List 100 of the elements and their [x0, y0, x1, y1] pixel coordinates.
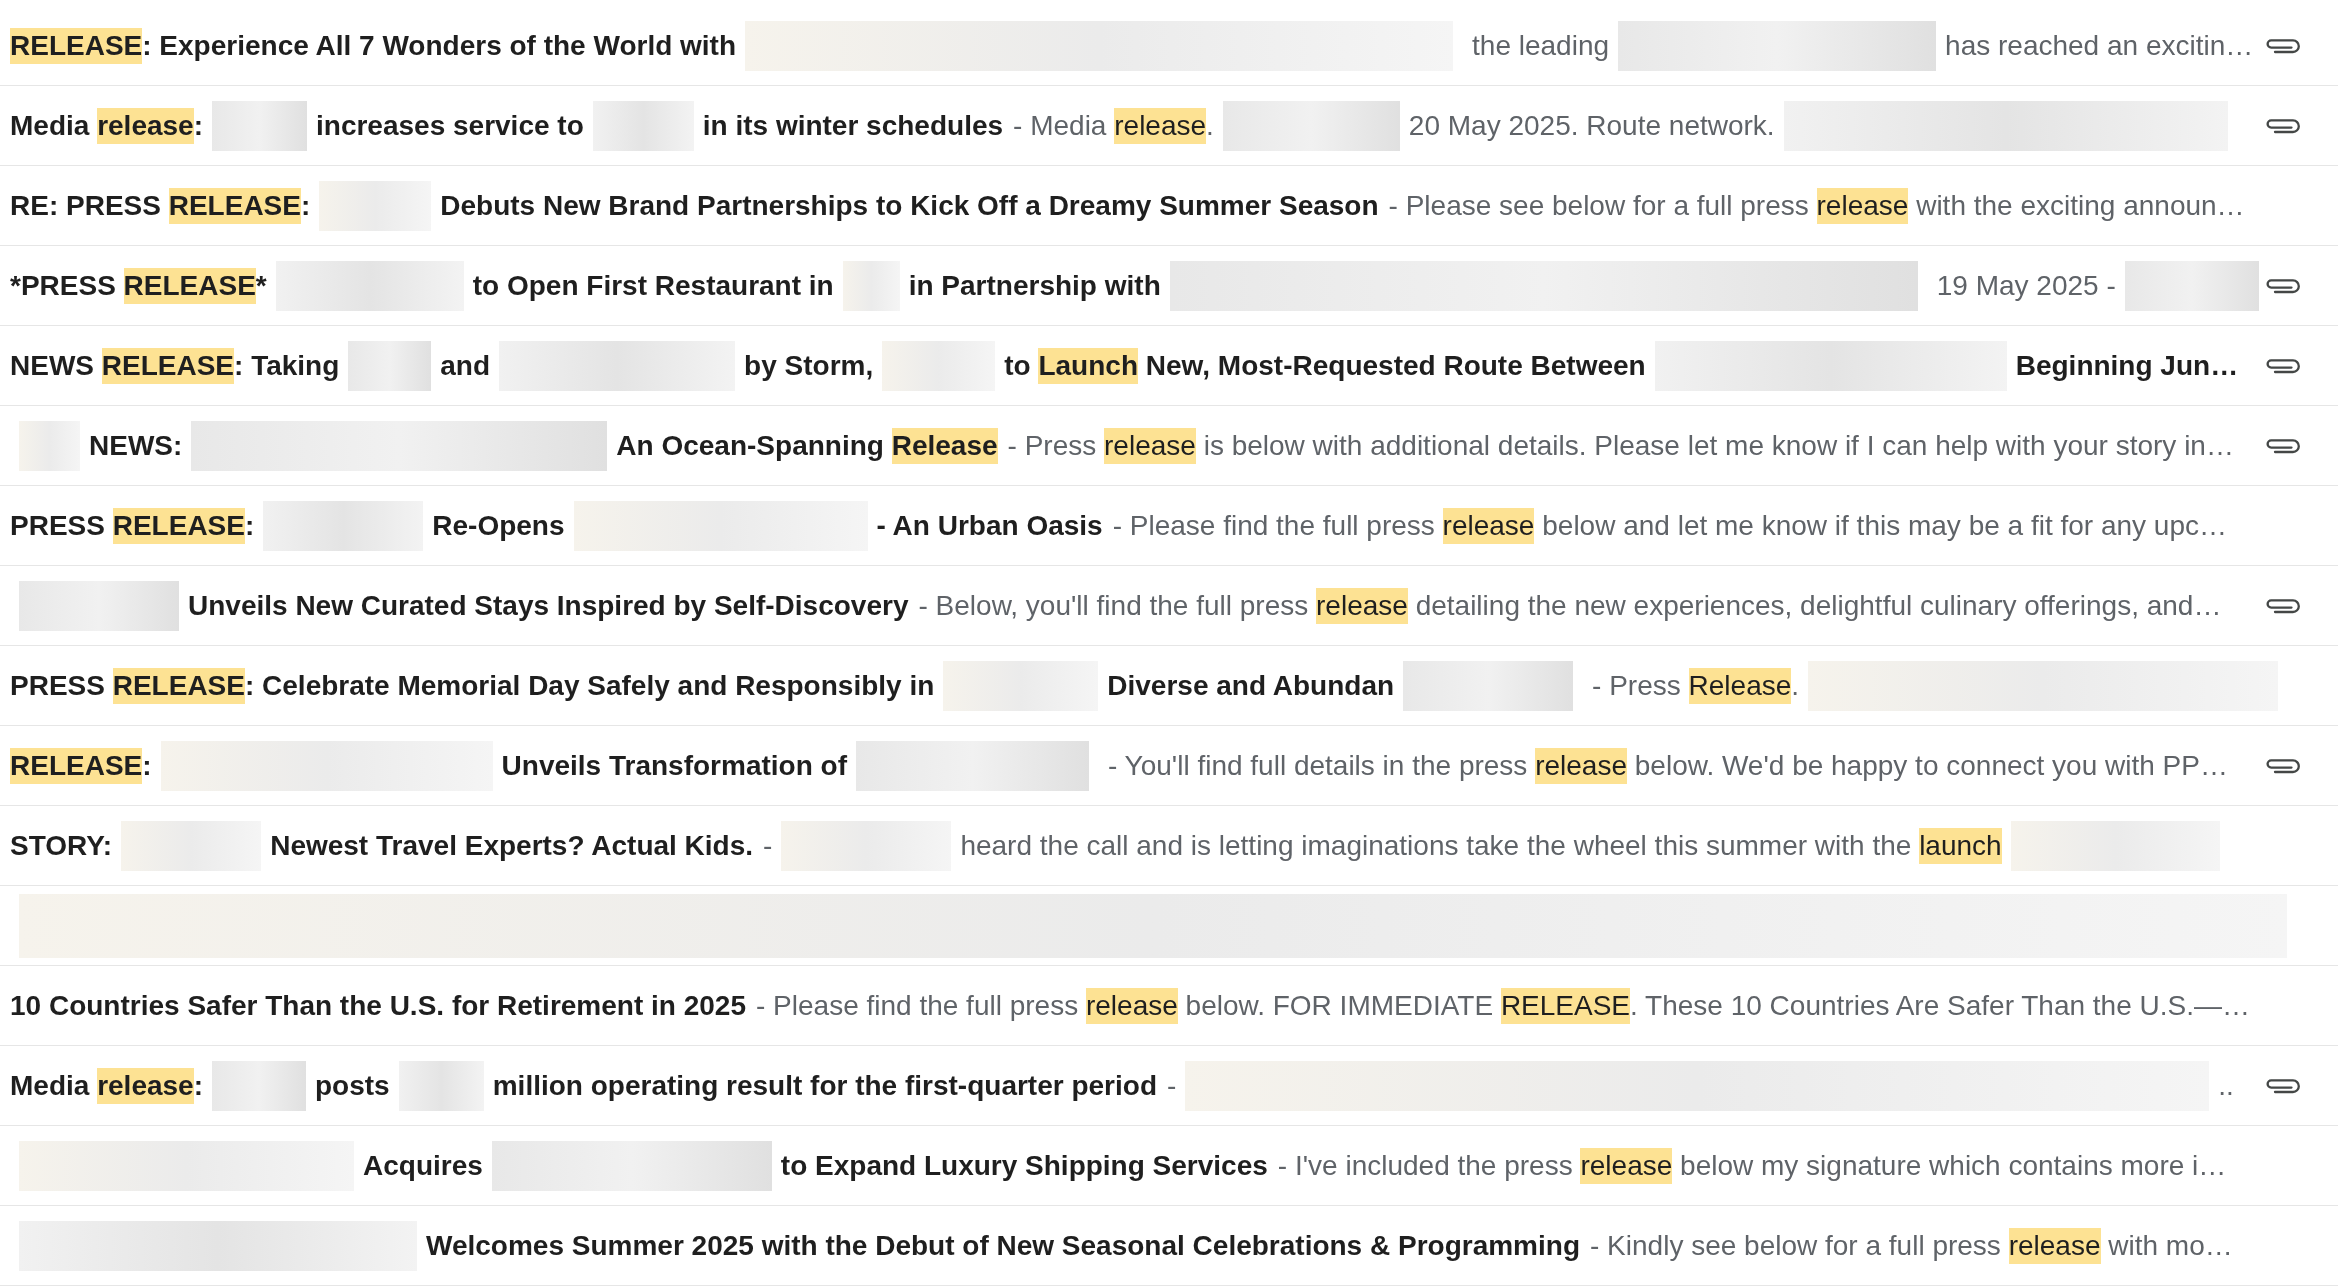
keyword-highlight: release	[1104, 427, 1196, 464]
keyword-highlight: release	[1580, 1147, 1673, 1184]
subject-text: posts	[315, 1068, 390, 1103]
subject-text: :	[193, 1068, 203, 1103]
snippet-text: - Media	[1013, 108, 1108, 143]
email-row[interactable]: Media release: increases service to in its winter schedules - Media release. 20 May 2025. Route network.	[0, 86, 2338, 166]
snippet-text: has reached an excitin…	[1945, 28, 2254, 63]
email-row[interactable]: Welcomes Summer 2025 with the Debut of New Seasonal Celebrations & Programming - Kindly see below for a full press release with mo…	[0, 1206, 2338, 1286]
subject-text: :	[142, 748, 152, 783]
email-row[interactable]: RELEASE: Unveils Transformation of - You'll find full details in the press release below. We'd be happy to connect you with PP…	[0, 726, 2338, 806]
subject-text: - An Urban Oasis	[876, 508, 1103, 543]
snippet-text: the leading	[1472, 28, 1610, 63]
keyword-highlight: release	[1535, 747, 1627, 784]
email-row[interactable]: Media release: posts million operating result for the first-quarter period - ..	[0, 1046, 2338, 1126]
snippet-text: .	[1791, 668, 1800, 703]
subject-text: :	[300, 188, 311, 223]
keyword-highlight: RELEASE	[112, 667, 245, 704]
email-row[interactable]: Unveils New Curated Stays Inspired by Self-Discovery - Below, you'll find the full press release detailing the new experiences, delightful culinary offerings, and…	[0, 566, 2338, 646]
subject-text: PRESS	[10, 668, 106, 703]
subject-text: *	[255, 268, 267, 303]
keyword-highlight: release	[97, 1067, 194, 1104]
subject-text: and	[440, 348, 491, 383]
keyword-highlight: release	[1085, 987, 1178, 1024]
keyword-highlight: release	[97, 107, 194, 144]
email-row[interactable]: RE: PRESS RELEASE: Debuts New Brand Partnerships to Kick Off a Dreamy Summer Season - Please see below for a full press release with the exciting announ…	[0, 166, 2338, 246]
snippet-text: - Press	[1592, 668, 1682, 703]
subject-text: Acquires	[363, 1148, 483, 1183]
snippet-text: - Please find the full press	[1112, 508, 1436, 543]
subject-text: Diverse and Abundan	[1107, 668, 1395, 703]
snippet-text: below my signature which contains more i…	[1679, 1148, 2227, 1183]
subject-text: RE: PRESS	[10, 188, 162, 223]
email-row[interactable]: PRESS RELEASE: Celebrate Memorial Day Safely and Responsibly in Diverse and Abundan - Press Release.	[0, 646, 2338, 726]
subject-text: NEWS	[10, 348, 95, 383]
snippet-text: - Please find the full press	[756, 988, 1080, 1023]
keyword-highlight: release	[2008, 1227, 2101, 1264]
snippet-text: with the exciting announ…	[1915, 188, 2245, 223]
subject-text: by Storm,	[744, 348, 874, 383]
subject-text: to	[1004, 348, 1032, 383]
email-row[interactable]: NEWS RELEASE: Taking and by Storm, to Launch New, Most-Requested Route Between Beginning Jun…	[0, 326, 2338, 406]
subject-text: Debuts New Brand Partnerships to Kick Off a Dreamy Summer Season	[440, 188, 1379, 223]
snippet-text: is below with additional details. Please let me know if I can help with your story in…	[1202, 428, 2234, 463]
subject-text: in Partnership with	[908, 268, 1161, 303]
snippet-text: below. We'd be happy to connect you with PP…	[1633, 748, 2228, 783]
snippet-text: heard the call and is letting imaginations take the wheel this summer with the	[960, 828, 1913, 863]
subject-text: *PRESS	[10, 268, 117, 303]
keyword-highlight: RELEASE	[1500, 987, 1631, 1024]
subject-text: Media	[10, 108, 91, 143]
keyword-highlight: release	[1114, 107, 1207, 144]
subject-text: STORY:	[10, 828, 113, 863]
snippet-text: 19 May 2025 -	[1936, 268, 2116, 303]
snippet-text: . These 10 Countries Are Safer Than the U.S.—…	[1630, 988, 2250, 1023]
snippet-text: - Press	[1007, 428, 1098, 463]
snippet-text: - Please see below for a full press	[1388, 188, 1810, 223]
snippet-text: - Below, you'll find the full press	[918, 588, 1310, 623]
snippet-text: - I've included the press	[1277, 1148, 1574, 1183]
snippet-text: 20 May 2025. Route network.	[1408, 108, 1775, 143]
subject-text: New, Most-Requested Route Between	[1144, 348, 1646, 383]
subject-text: Media	[10, 1068, 91, 1103]
keyword-highlight: RELEASE	[112, 507, 245, 544]
subject-text: to Expand Luxury Shipping Services	[780, 1148, 1268, 1183]
snippet-text: below. FOR IMMEDIATE	[1184, 988, 1495, 1023]
subject-text: :	[244, 508, 255, 543]
email-row[interactable]: 10 Countries Safer Than the U.S. for Retirement in 2025 - Please find the full press release below. FOR IMMEDIATE RELEASE. These 10 Countries Are Safer Than the U.S.—…	[0, 966, 2338, 1046]
snippet-text: with mo…	[2107, 1228, 2233, 1263]
email-row[interactable]: RELEASE: Experience All 7 Wonders of the World with the leading has reached an excitin…	[0, 6, 2338, 86]
subject-text: to Open First Restaurant in	[472, 268, 834, 303]
subject-text: Welcomes Summer 2025 with the Debut of New Seasonal Celebrations & Programming	[426, 1228, 1580, 1263]
snippet-text: - Kindly see below for a full press	[1590, 1228, 2002, 1263]
email-row[interactable]: PRESS RELEASE: Re-Opens - An Urban Oasis - Please find the full press release below and let me know if this may be a fit for any upc…	[0, 486, 2338, 566]
keyword-highlight: release	[1442, 507, 1535, 544]
snippet-text: below and let me know if this may be a fit for any upc…	[1541, 508, 2227, 543]
subject-text: An Ocean-Spanning	[616, 428, 885, 463]
subject-text: : Celebrate Memorial Day Safely and Responsibly in	[244, 668, 935, 703]
subject-text: :	[193, 108, 203, 143]
subject-text: in its winter schedules	[702, 108, 1004, 143]
email-row[interactable]: *PRESS RELEASE* to Open First Restaurant in in Partnership with 19 May 2025 -	[0, 246, 2338, 326]
keyword-highlight: release	[1816, 187, 1909, 224]
keyword-highlight: launch	[1919, 827, 2002, 864]
email-row[interactable]: STORY: Newest Travel Experts? Actual Kids. - heard the call and is letting imaginations take the wheel this summer with the launch	[0, 806, 2338, 886]
keyword-highlight: RELEASE	[123, 267, 256, 304]
keyword-highlight: Release	[1688, 667, 1792, 704]
subject-text: Unveils New Curated Stays Inspired by Self-Discovery	[188, 588, 909, 623]
subject-text: 10 Countries Safer Than the U.S. for Retirement in 2025	[10, 988, 746, 1023]
email-row[interactable]: NEWS: An Ocean-Spanning Release - Press release is below with additional details. Please let me know if I can help with your story in…	[0, 406, 2338, 486]
subject-text: Beginning Jun…	[2015, 348, 2239, 383]
snippet-text: detailing the new experiences, delightful culinary offerings, and…	[1414, 588, 2222, 623]
email-row[interactable]: Acquires to Expand Luxury Shipping Services - I've included the press release below my signature which contains more i…	[0, 1126, 2338, 1206]
keyword-highlight: RELEASE	[10, 747, 143, 784]
snippet-text: - You'll find full details in the press	[1108, 748, 1529, 783]
keyword-highlight: RELEASE	[168, 187, 301, 224]
subject-text: million operating result for the first-quarter period	[492, 1068, 1157, 1103]
snippet-text: .	[1206, 108, 1214, 143]
keyword-highlight: Release	[891, 427, 998, 464]
keyword-highlight: RELEASE	[10, 27, 143, 64]
keyword-highlight: RELEASE	[101, 347, 235, 384]
subject-text: NEWS:	[89, 428, 183, 463]
snippet-text: -	[763, 828, 773, 863]
subject-text: : Taking	[234, 348, 340, 383]
subject-text: Newest Travel Experts? Actual Kids.	[270, 828, 754, 863]
subject-text: : Experience All 7 Wonders of the World with	[142, 28, 737, 63]
